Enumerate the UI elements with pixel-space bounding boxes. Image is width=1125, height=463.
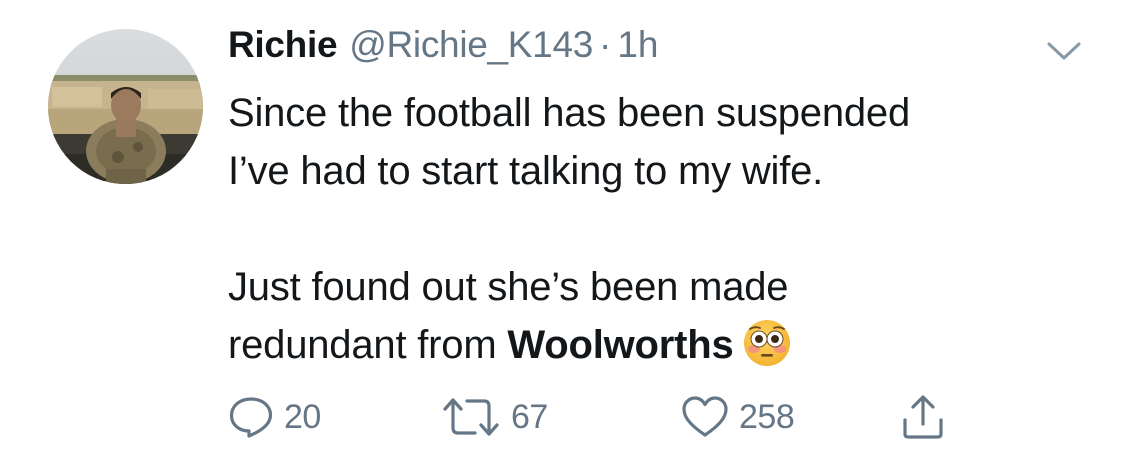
tweet[interactable]: Richie @Richie_K143 · 1h Since the footb… bbox=[0, 0, 1125, 463]
tweet-text-line-3: Just found out she’s been made bbox=[228, 265, 789, 309]
avatar[interactable] bbox=[48, 29, 203, 184]
user-handle[interactable]: @Richie_K143 bbox=[349, 24, 593, 66]
display-name[interactable]: Richie bbox=[228, 24, 338, 66]
flushed-face-icon bbox=[742, 318, 792, 368]
retweet-button[interactable]: 67 bbox=[441, 392, 548, 442]
tweet-text-line-4: redundant from Woolworths bbox=[228, 316, 1088, 374]
tweet-header: Richie @Richie_K143 · 1h bbox=[228, 24, 659, 76]
tweet-actions: 20 67 258 bbox=[228, 392, 988, 442]
separator-dot: · bbox=[599, 24, 612, 65]
share-icon bbox=[901, 394, 945, 440]
reply-count: 20 bbox=[284, 397, 321, 436]
reply-icon bbox=[228, 395, 274, 439]
retweet-count: 67 bbox=[511, 397, 548, 436]
tweet-text-line-1: Since the football has been suspended bbox=[228, 91, 911, 135]
bold-word: Woolworths bbox=[507, 323, 734, 367]
reply-button[interactable]: 20 bbox=[228, 392, 321, 442]
avatar-photo bbox=[48, 29, 203, 184]
tweet-text-line-2: I’ve had to start talking to my wife. bbox=[228, 149, 824, 193]
tweet-text-line-4-prefix: redundant from bbox=[228, 323, 508, 367]
heart-icon bbox=[681, 395, 729, 439]
share-button[interactable] bbox=[901, 392, 945, 442]
like-count: 258 bbox=[739, 397, 795, 436]
tweet-text: Since the football has been suspended I’… bbox=[228, 84, 1088, 374]
like-button[interactable]: 258 bbox=[681, 392, 795, 442]
chevron-down-icon[interactable] bbox=[1046, 39, 1082, 63]
timestamp[interactable]: 1h bbox=[617, 24, 658, 66]
retweet-icon bbox=[441, 395, 501, 439]
